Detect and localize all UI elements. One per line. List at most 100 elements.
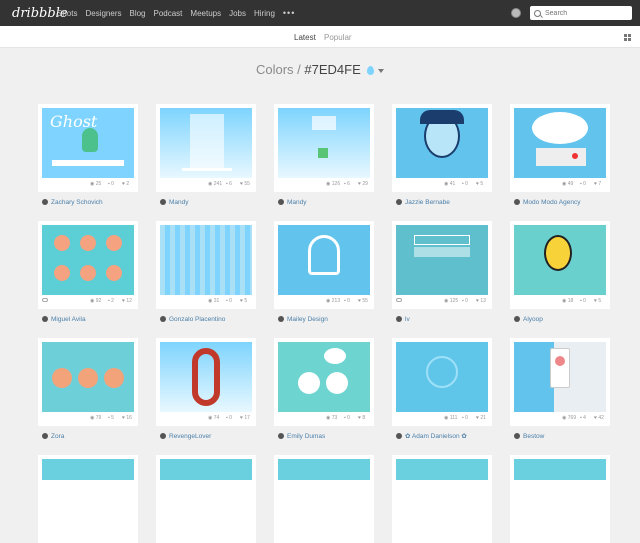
avatar[interactable] — [278, 199, 284, 205]
shot-card[interactable]: ◉ 125 ▪ 0 ♥ 13 — [392, 221, 492, 309]
shot-thumbnail[interactable] — [514, 342, 606, 412]
shot-thumbnail[interactable] — [160, 342, 252, 412]
likes-count[interactable]: ♥ 21 — [476, 415, 486, 421]
shot-thumbnail[interactable] — [160, 108, 252, 178]
shot-author[interactable]: Emily Dumas — [278, 431, 325, 441]
likes-count[interactable]: ♥ 42 — [594, 415, 604, 421]
avatar[interactable] — [514, 316, 520, 322]
likes-count[interactable]: ♥ 29 — [358, 181, 368, 187]
shot-thumbnail[interactable] — [42, 459, 134, 480]
shot-card[interactable] — [274, 455, 374, 543]
author-name[interactable]: Modo Modo Agency — [523, 199, 580, 206]
shot-thumbnail[interactable] — [514, 108, 606, 178]
author-name[interactable]: Mailey Design — [287, 316, 328, 323]
attachment-link-icon[interactable] — [42, 298, 48, 302]
shot-author[interactable]: Zora — [42, 431, 64, 441]
likes-count[interactable]: ♥ 16 — [122, 415, 132, 421]
author-name[interactable]: Jazzie Bernabe — [405, 199, 450, 206]
author-name[interactable]: Alyoop — [523, 316, 543, 323]
shot-author[interactable]: Mandy — [278, 197, 307, 207]
likes-count[interactable]: ♥ 5 — [476, 181, 483, 187]
shot-author[interactable]: Jazzie Bernabe — [396, 197, 450, 207]
shot-author[interactable]: Gonzalo Placentino — [160, 314, 225, 324]
shot-card[interactable]: ◉ 769 ▪ 4 ♥ 42 — [510, 338, 610, 426]
shot-card[interactable]: ◉ 79 ▪ 5 ♥ 16 — [38, 338, 138, 426]
author-name[interactable]: Miguel Avila — [51, 316, 86, 323]
shot-card[interactable]: ◉ 92 ▪ 2 ♥ 12 — [38, 221, 138, 309]
shot-thumbnail[interactable] — [514, 225, 606, 295]
shot-thumbnail[interactable] — [396, 342, 488, 412]
author-name[interactable]: Zora — [51, 433, 64, 440]
shot-card[interactable]: ◉ 49 ▪ 0 ♥ 7 — [510, 104, 610, 192]
avatar[interactable] — [160, 316, 166, 322]
author-name[interactable]: Gonzalo Placentino — [169, 316, 225, 323]
avatar[interactable] — [42, 316, 48, 322]
shot-author[interactable]: Alyoop — [514, 314, 543, 324]
author-name[interactable]: Bestow — [523, 433, 544, 440]
shot-card[interactable] — [510, 455, 610, 543]
shot-thumbnail[interactable]: Ghost — [42, 108, 134, 178]
shot-author[interactable]: RevengeLover — [160, 431, 211, 441]
shot-author[interactable]: Bestow — [514, 431, 544, 441]
avatar[interactable] — [396, 199, 402, 205]
shot-card[interactable] — [38, 455, 138, 543]
attachment-link-icon[interactable] — [396, 298, 402, 302]
avatar[interactable] — [42, 433, 48, 439]
shot-card[interactable]: ◉ 31 ▪ 0 ♥ 5 — [156, 221, 256, 309]
shot-card[interactable]: ◉ 111 ▪ 0 ♥ 21 — [392, 338, 492, 426]
shot-card[interactable]: Ghost ◉ 25 ▪ 0 ♥ 2 — [38, 104, 138, 192]
avatar[interactable] — [514, 433, 520, 439]
likes-count[interactable]: ♥ 5 — [594, 298, 601, 304]
shot-card[interactable] — [392, 455, 492, 543]
shot-author[interactable]: lv — [396, 314, 410, 324]
shot-card[interactable]: ◉ 126 ▪ 6 ♥ 29 — [274, 104, 374, 192]
avatar[interactable] — [396, 433, 402, 439]
likes-count[interactable]: ♥ 2 — [122, 181, 129, 187]
shot-thumbnail[interactable] — [396, 225, 488, 295]
avatar[interactable] — [160, 433, 166, 439]
likes-count[interactable]: ♥ 5 — [240, 298, 247, 304]
author-name[interactable]: Zachary Schovich — [51, 199, 103, 206]
avatar[interactable] — [42, 199, 48, 205]
author-name[interactable]: Mandy — [287, 199, 307, 206]
likes-count[interactable]: ♥ 55 — [358, 298, 368, 304]
shot-thumbnail[interactable] — [278, 108, 370, 178]
avatar[interactable] — [278, 316, 284, 322]
shot-card[interactable]: ◉ 213 ▪ 0 ♥ 55 — [274, 221, 374, 309]
shot-thumbnail[interactable] — [160, 225, 252, 295]
shot-card[interactable]: ◉ 41 ▪ 0 ♥ 5 — [392, 104, 492, 192]
shot-thumbnail[interactable] — [42, 225, 134, 295]
shot-card[interactable] — [156, 455, 256, 543]
author-name[interactable]: RevengeLover — [169, 433, 211, 440]
shot-thumbnail[interactable] — [278, 342, 370, 412]
likes-count[interactable]: ♥ 55 — [240, 181, 250, 187]
likes-count[interactable]: ♥ 12 — [122, 298, 132, 304]
shot-author[interactable]: Mailey Design — [278, 314, 328, 324]
shot-card[interactable]: ◉ 74 ▪ 0 ♥ 17 — [156, 338, 256, 426]
likes-count[interactable]: ♥ 8 — [358, 415, 365, 421]
likes-count[interactable]: ♥ 13 — [476, 298, 486, 304]
author-name[interactable]: lv — [405, 316, 410, 323]
shot-thumbnail[interactable] — [160, 459, 252, 480]
shot-card[interactable]: ◉ 18 ▪ 0 ♥ 5 — [510, 221, 610, 309]
avatar[interactable] — [160, 199, 166, 205]
shot-author[interactable]: ✿ Adam Danielson ✿ — [396, 431, 467, 441]
shot-author[interactable]: Modo Modo Agency — [514, 197, 580, 207]
author-name[interactable]: ✿ Adam Danielson ✿ — [405, 432, 467, 440]
shot-thumbnail[interactable] — [42, 342, 134, 412]
author-name[interactable]: Emily Dumas — [287, 433, 325, 440]
shot-card[interactable]: ◉ 73 ▪ 0 ♥ 8 — [274, 338, 374, 426]
author-name[interactable]: Mandy — [169, 199, 189, 206]
shot-author[interactable]: Mandy — [160, 197, 189, 207]
shot-card[interactable]: ◉ 241 ▪ 6 ♥ 55 — [156, 104, 256, 192]
shot-author[interactable]: Zachary Schovich — [42, 197, 103, 207]
likes-count[interactable]: ♥ 7 — [594, 181, 601, 187]
avatar[interactable] — [278, 433, 284, 439]
shot-thumbnail[interactable] — [278, 225, 370, 295]
shot-thumbnail[interactable] — [278, 459, 370, 480]
shot-author[interactable]: Miguel Avila — [42, 314, 86, 324]
shot-thumbnail[interactable] — [396, 459, 488, 480]
avatar[interactable] — [396, 316, 402, 322]
likes-count[interactable]: ♥ 17 — [240, 415, 250, 421]
avatar[interactable] — [514, 199, 520, 205]
